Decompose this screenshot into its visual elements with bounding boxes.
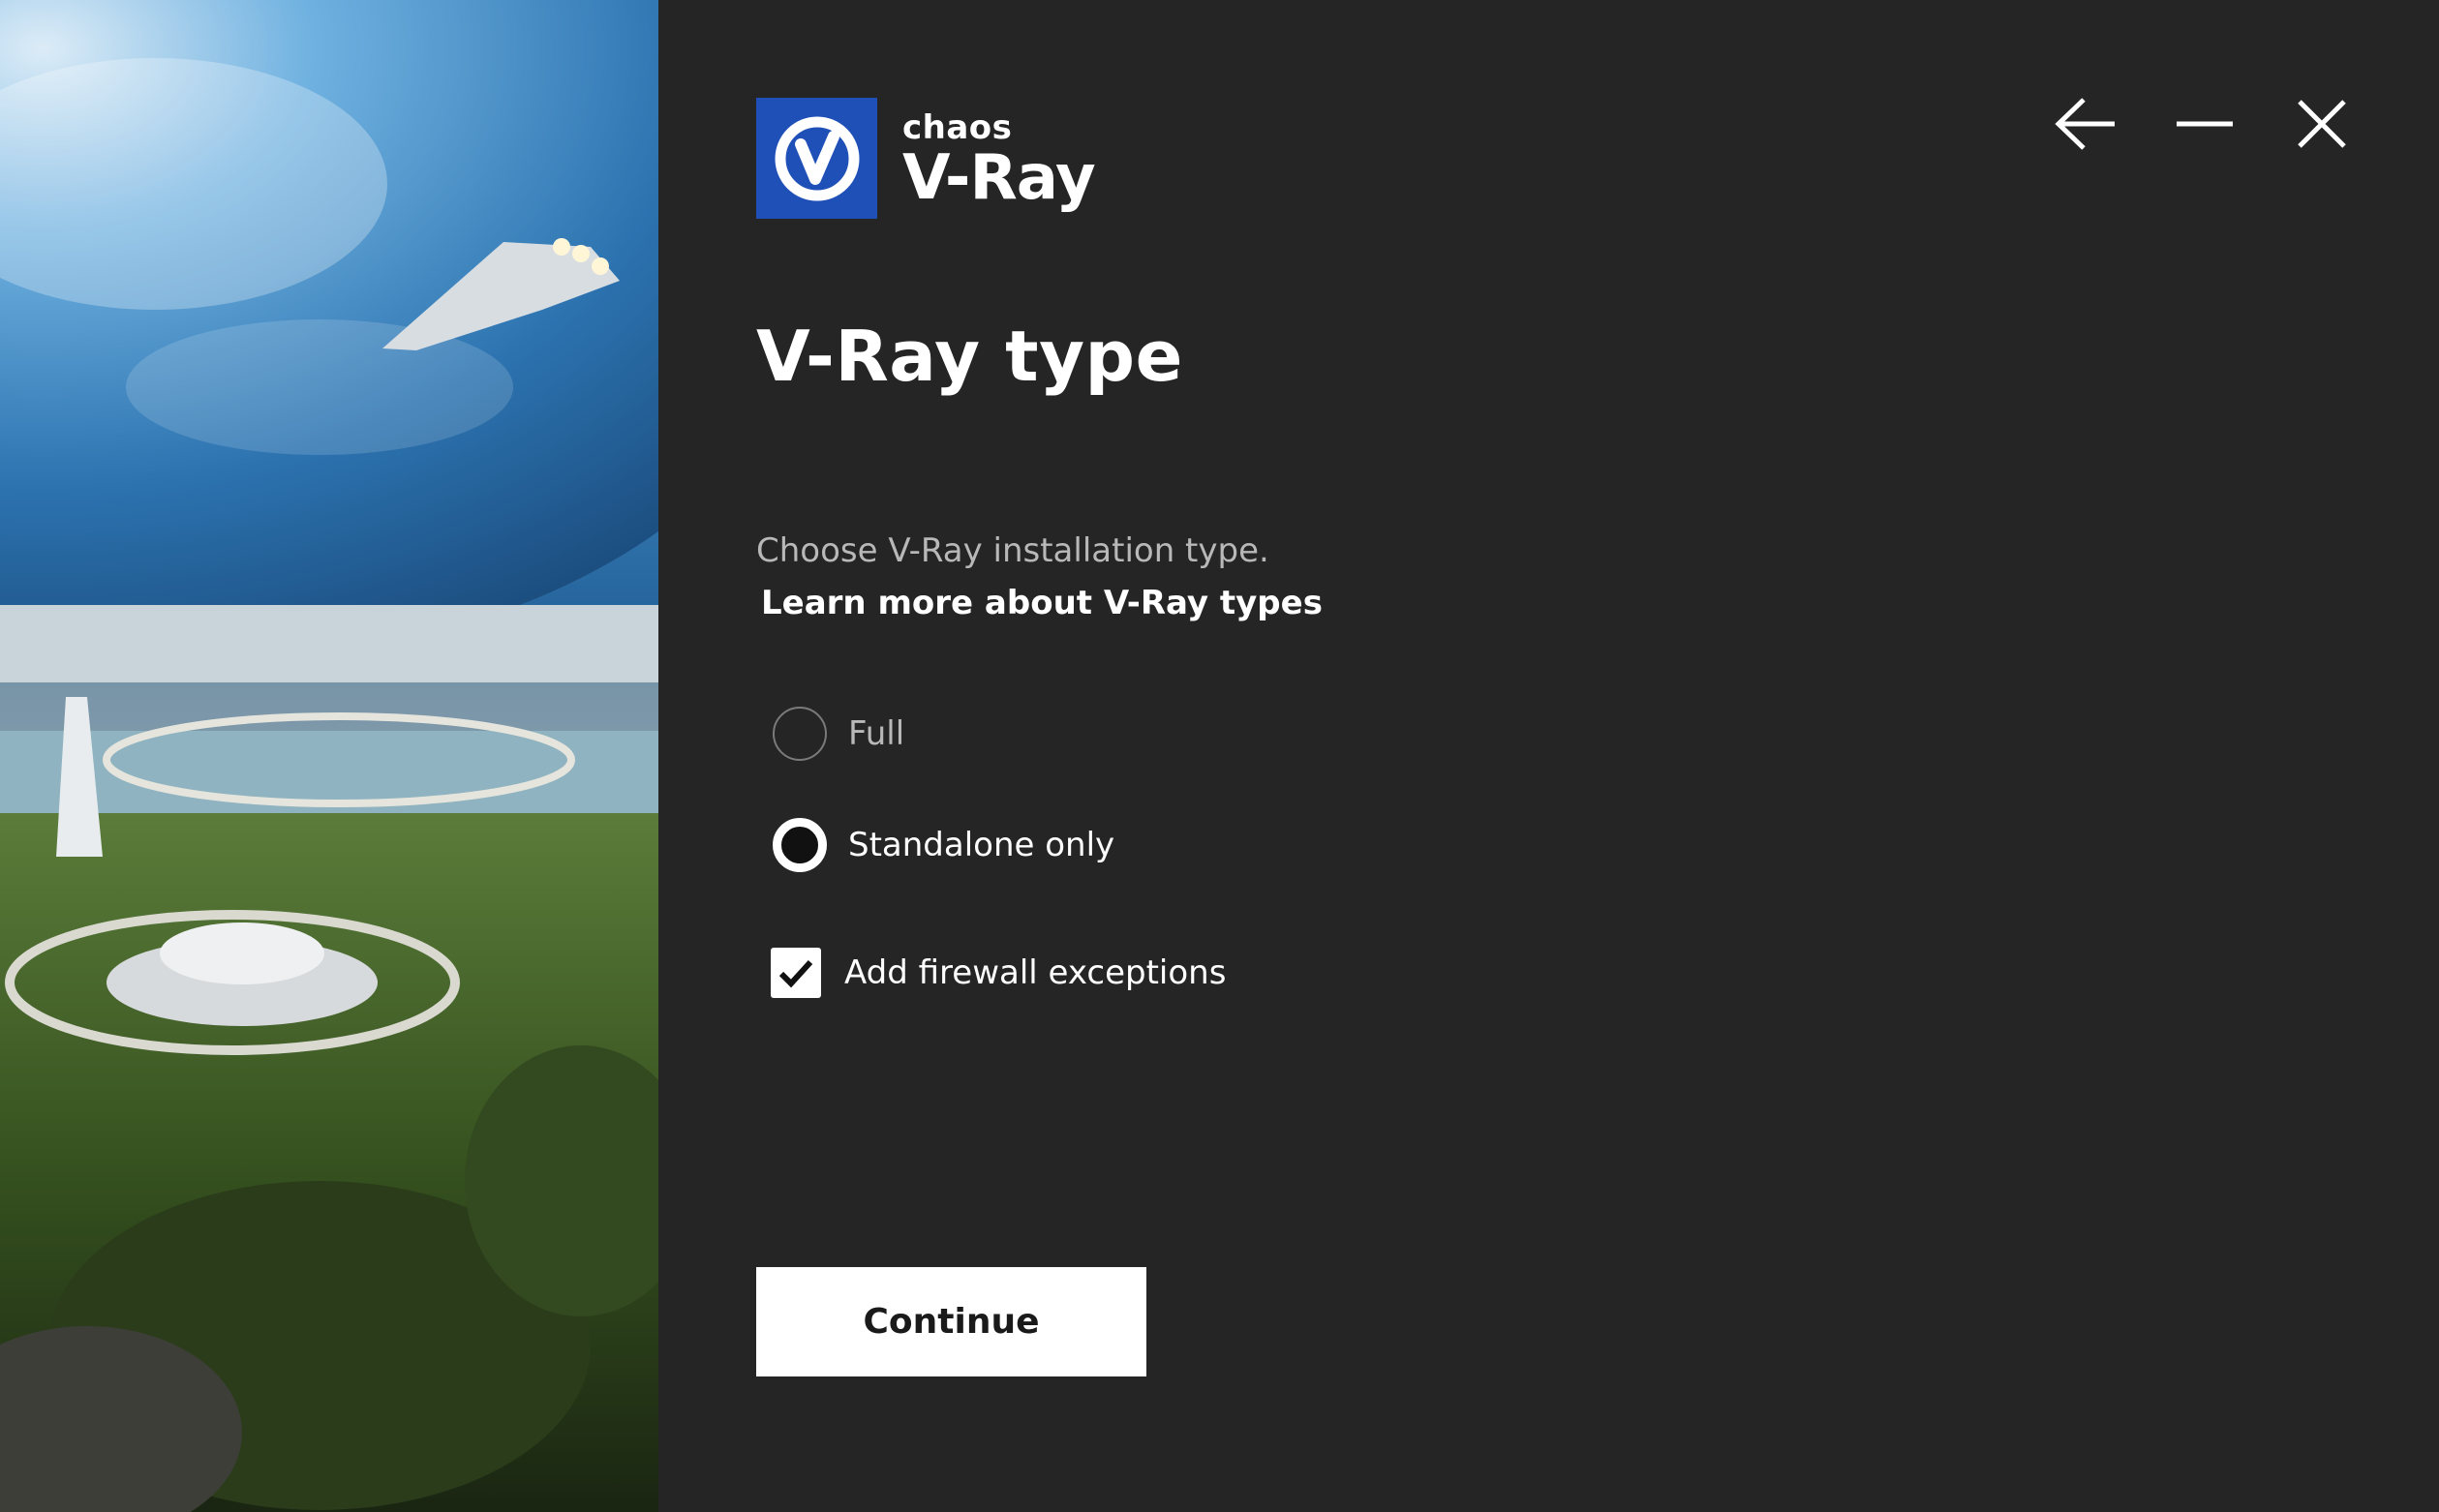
option-standalone-only[interactable]: Standalone only [773,818,1114,872]
product-name: V-Ray [902,141,1096,214]
continue-button[interactable]: Continue [756,1267,1146,1376]
firewall-exceptions-option[interactable]: Add firewall exceptions [771,948,1226,998]
vray-logo: chaos V-Ray [756,98,1096,219]
option-standalone-label: Standalone only [848,826,1115,864]
hero-artwork-image [0,0,658,1512]
option-full-label: Full [848,714,905,753]
close-icon [2298,100,2346,148]
installer-window: chaos V-Ray V-Ray type Choose V-Ray inst… [0,0,2439,1512]
close-button[interactable] [2287,89,2357,159]
full-radio[interactable] [773,707,827,761]
minimize-icon [2177,121,2233,127]
brand-name: chaos [902,107,1013,147]
firewall-checkbox[interactable] [771,948,821,998]
minimize-button[interactable] [2170,89,2240,159]
option-full[interactable]: Full [773,707,904,761]
back-button[interactable] [2051,89,2120,159]
logo-wordmark: chaos V-Ray [902,98,1096,219]
vray-logo-mark-icon [756,98,877,219]
arrow-left-icon [2055,98,2115,150]
learn-more-link[interactable]: Learn more about V-Ray types [761,579,1323,627]
standalone-only-radio[interactable] [773,818,827,872]
firewall-label: Add firewall exceptions [844,953,1227,992]
page-title: V-Ray type [756,316,1183,397]
page-subtitle: Choose V-Ray installation type. [756,531,1269,570]
checkmark-icon [778,959,813,988]
